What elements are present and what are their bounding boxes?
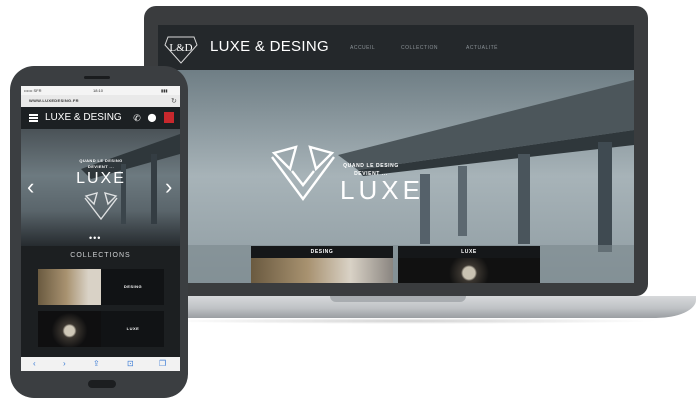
card-image (251, 258, 393, 283)
svg-text:L&D: L&D (169, 42, 192, 54)
hamburger-menu-icon[interactable] (29, 114, 38, 122)
phone-speaker (84, 76, 110, 79)
top-navbar: L&D LUXE & DESING ACCUEIL COLLECTION ACT… (158, 25, 634, 70)
phone-icon[interactable]: ✆ (132, 111, 142, 125)
card-image (38, 269, 101, 305)
battery-icon: ▮▮▮ (161, 88, 168, 93)
brand-logo-icon[interactable]: L&D (164, 31, 198, 65)
home-button[interactable] (88, 380, 116, 388)
brand-name[interactable]: LUXE & DESING (45, 112, 122, 123)
card-label: DESING (123, 284, 143, 289)
tabs-icon[interactable]: ❐ (159, 359, 166, 368)
collection-card-luxe[interactable]: LUXE (38, 311, 164, 347)
hero-headline: LUXE (76, 170, 126, 187)
slider-next-arrow[interactable]: › (165, 176, 172, 198)
back-icon[interactable]: ‹ (33, 359, 36, 368)
phone-screen: •••••• SFR 18:10 ▮▮▮ WWW.LUXEDESING.FR ↻… (21, 86, 180, 371)
laptop-screen: L&D LUXE & DESING ACCUEIL COLLECTION ACT… (158, 25, 634, 283)
slider-dots[interactable]: ••• (89, 233, 101, 243)
address-bar[interactable]: WWW.LUXEDESING.FR ↻ (21, 95, 180, 107)
card-image (398, 258, 540, 283)
status-time: 18:10 (93, 88, 104, 93)
reload-icon[interactable]: ↻ (171, 97, 177, 105)
nav-link-collection[interactable]: COLLECTION (401, 45, 438, 51)
collections-section (21, 246, 180, 371)
card-image (38, 311, 101, 347)
location-pin-icon[interactable]: ⬤ (146, 111, 158, 125)
bookmarks-icon[interactable]: ⊡ (127, 359, 134, 368)
card-label: DESING (310, 249, 334, 255)
nav-link-accueil[interactable]: ACCUEIL (350, 45, 375, 51)
laptop-notch (330, 296, 466, 302)
browser-toolbar: ‹ › ⇪ ⊡ ❐ (21, 357, 180, 371)
mail-icon[interactable] (164, 112, 174, 123)
laptop-shadow (160, 318, 660, 324)
diamond-logo-icon (84, 192, 118, 221)
share-icon[interactable]: ⇪ (93, 359, 100, 368)
slider-prev-arrow[interactable]: ‹ (27, 176, 34, 198)
mobile-navbar: LUXE & DESING ✆ ⬤ (21, 107, 180, 129)
collection-card-desing[interactable]: DESING (38, 269, 164, 305)
hero-headline: LUXE (340, 175, 424, 205)
nav-link-actualite[interactable]: ACTUALITÉ (466, 45, 498, 51)
forward-icon[interactable]: › (63, 359, 66, 368)
collections-title: COLLECTIONS (70, 252, 131, 259)
url-text: WWW.LUXEDESING.FR (29, 98, 79, 103)
hero-tagline: QUAND LE DESING DEVIENT ... (79, 158, 123, 169)
card-label: LUXE (461, 249, 477, 255)
diamond-logo-icon (271, 145, 335, 202)
collection-card-desing[interactable]: DESING (251, 246, 393, 283)
card-label: LUXE (126, 326, 140, 331)
brand-name[interactable]: LUXE & DESING (210, 38, 329, 55)
carrier-signal: •••••• SFR (24, 88, 42, 93)
status-bar: •••••• SFR 18:10 ▮▮▮ (21, 86, 180, 95)
collection-card-luxe[interactable]: LUXE (398, 246, 540, 283)
